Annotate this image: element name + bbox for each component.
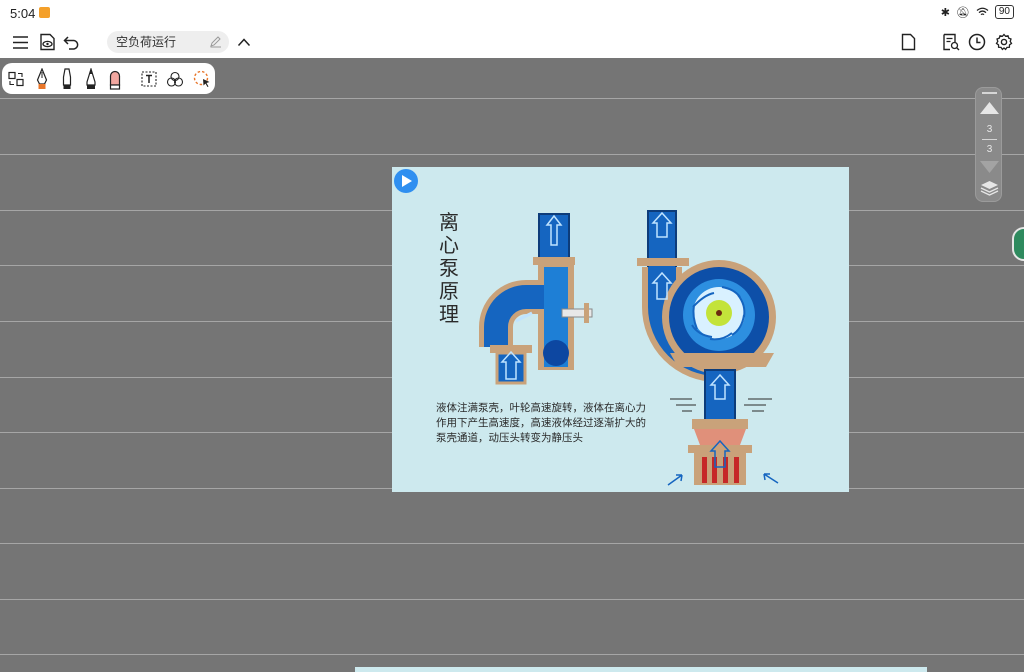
mute-icon: 🔕︎ bbox=[955, 5, 970, 19]
pen-toolbar bbox=[2, 63, 215, 94]
nav-top-bar bbox=[982, 92, 997, 94]
eraser-icon[interactable] bbox=[105, 68, 125, 90]
marker-pen-icon[interactable] bbox=[57, 68, 77, 90]
undo-icon[interactable] bbox=[61, 32, 81, 52]
slide-image: 离心泵原理 液体注满泵壳，叶轮高速旋转，液体在离心力作用下产生高速度，高速液体经… bbox=[392, 167, 849, 492]
top-bar: 5:04 ✱ 🔕︎ 90 空负荷运行 bbox=[0, 0, 1024, 58]
wifi-icon bbox=[976, 7, 989, 16]
total-page-number: 3 bbox=[986, 144, 993, 155]
page-navigator: 3 3 bbox=[975, 87, 1002, 202]
layers-icon[interactable] bbox=[980, 180, 999, 196]
ruled-line bbox=[0, 543, 1024, 544]
ruled-line bbox=[0, 154, 1024, 155]
page-up-icon[interactable] bbox=[979, 101, 1000, 115]
document-title-field[interactable]: 空负荷运行 bbox=[107, 31, 229, 53]
ruled-line bbox=[0, 599, 1024, 600]
current-page-number: 3 bbox=[986, 124, 993, 135]
notification-badge-icon bbox=[39, 7, 50, 18]
text-box-icon[interactable] bbox=[139, 68, 159, 90]
fountain-pen-icon[interactable] bbox=[32, 68, 52, 90]
search-document-icon[interactable] bbox=[941, 32, 961, 52]
view-mode-icon[interactable] bbox=[37, 32, 57, 52]
status-icons: ✱ 🔕︎ 90 bbox=[941, 5, 1014, 19]
status-time: 5:04 bbox=[10, 6, 36, 21]
ruled-line bbox=[0, 654, 1024, 655]
shapes-icon[interactable] bbox=[165, 68, 185, 90]
bluetooth-icon: ✱ bbox=[940, 5, 950, 19]
page-icon[interactable] bbox=[898, 32, 918, 52]
slide-caption: 液体注满泵壳，叶轮高速旋转，液体在离心力作用下产生高速度，高速液体经过逐渐扩大的… bbox=[436, 402, 646, 444]
rename-pencil-icon[interactable] bbox=[209, 35, 222, 48]
ruled-line bbox=[0, 98, 1024, 99]
chevron-up-icon[interactable] bbox=[234, 32, 254, 52]
lasso-select-icon[interactable] bbox=[192, 68, 212, 90]
page-divider bbox=[982, 139, 997, 140]
pencil-icon[interactable] bbox=[81, 68, 101, 90]
swap-toolbar-icon[interactable] bbox=[6, 68, 26, 90]
page-down-icon[interactable] bbox=[979, 160, 1000, 174]
battery-level: 90 bbox=[994, 5, 1014, 19]
history-clock-icon[interactable] bbox=[967, 32, 987, 52]
next-page-preview bbox=[355, 667, 927, 672]
side-panel-handle[interactable] bbox=[1012, 227, 1024, 261]
menu-icon[interactable] bbox=[10, 32, 30, 52]
document-title: 空负荷运行 bbox=[116, 35, 177, 49]
settings-gear-icon[interactable] bbox=[994, 32, 1014, 52]
